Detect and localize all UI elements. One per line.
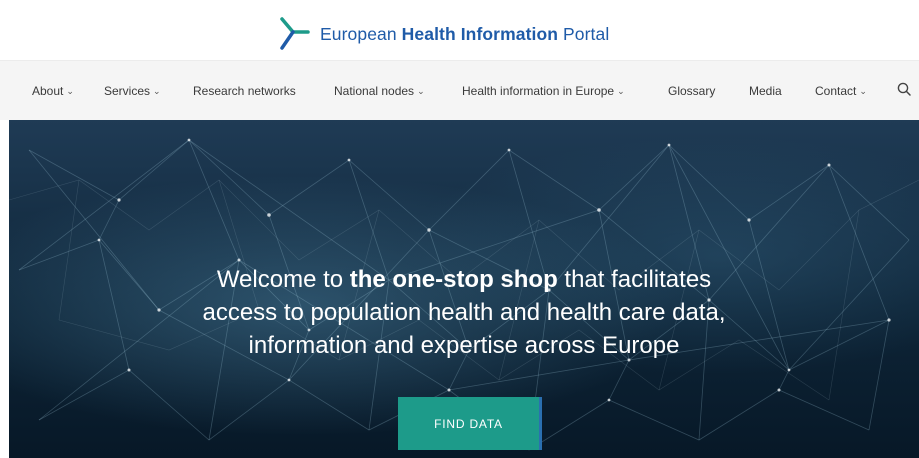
portal-logo[interactable]: European Health Information Portal	[279, 14, 609, 54]
nav-label: Services	[104, 83, 151, 98]
search-icon	[897, 82, 911, 96]
site-header: European Health Information Portal	[0, 0, 919, 60]
nav-label: Research networks	[193, 83, 296, 98]
hero-line-3: information and expertise across Europe	[248, 332, 680, 359]
nav-item-health-information[interactable]: Health information in Europe ⌄	[462, 61, 625, 120]
nav-item-services[interactable]: Services ⌄	[104, 61, 161, 120]
hero-headline: Welcome to the one-stop shop that facili…	[9, 263, 919, 362]
find-data-button[interactable]: FIND DATA	[398, 397, 542, 450]
hero-line-1: Welcome to the one-stop shop that facili…	[216, 266, 712, 293]
chevron-down-icon: ⌄	[153, 86, 161, 96]
nav-item-national-nodes[interactable]: National nodes ⌄	[334, 61, 425, 120]
nav-label: About	[32, 83, 64, 98]
hero-line-2: access to population health and health c…	[202, 299, 726, 326]
nav-label: Glossary	[668, 83, 716, 98]
hero-banner: Welcome to the one-stop shop that facili…	[9, 120, 919, 458]
chevron-down-icon: ⌄	[66, 86, 74, 96]
portal-logo-icon	[280, 17, 310, 50]
search-button[interactable]	[896, 81, 914, 99]
chevron-down-icon: ⌄	[859, 86, 867, 96]
nav-label: Media	[749, 83, 782, 98]
main-navigation: About ⌄ Services ⌄ Research networks Natio…	[0, 60, 919, 120]
nav-item-media[interactable]: Media	[749, 61, 782, 120]
chevron-down-icon: ⌄	[417, 86, 425, 96]
nav-label: Health information in Europe	[462, 83, 615, 98]
nav-item-research-networks[interactable]: Research networks	[193, 61, 296, 120]
nav-label: National nodes	[334, 83, 415, 98]
chevron-down-icon: ⌄	[617, 86, 625, 96]
nav-label: Contact	[815, 83, 857, 98]
nav-item-contact[interactable]: Contact ⌄	[815, 61, 867, 120]
portal-title: European Health Information Portal	[320, 23, 610, 44]
nav-item-about[interactable]: About ⌄	[32, 61, 74, 120]
nav-item-glossary[interactable]: Glossary	[668, 61, 715, 120]
